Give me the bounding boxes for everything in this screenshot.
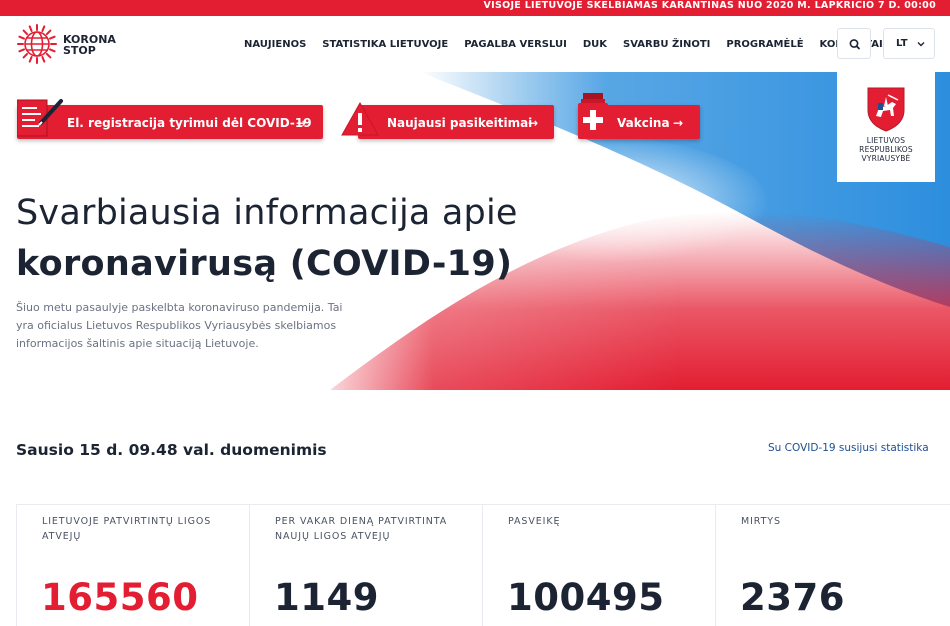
warning-icon <box>341 101 379 136</box>
registration-form-icon <box>17 99 63 137</box>
stat-new-cases: PER VAKAR DIENĄ PATVIRTINTA NAUJŲ LIGOS … <box>250 505 483 626</box>
stat-label: PASVEIKĘ <box>508 516 561 527</box>
hero-section: El. registracija tyrimui dėl COVID-19 → … <box>0 72 950 390</box>
vytis-coat-of-arms-icon <box>867 87 905 132</box>
logo-line2: STOP <box>63 44 96 57</box>
nav-item-programele[interactable]: PROGRAMĖLĖ <box>726 39 803 50</box>
stat-confirmed-cases: LIETUVOJE PATVIRTINTŲ LIGOS ATVEJŲ 16556… <box>17 505 250 626</box>
emblem-line2: RESPUBLIKOS <box>859 145 913 154</box>
nav-item-pagalba-verslui[interactable]: PAGALBA VERSLUI <box>464 39 567 50</box>
stat-value: 1149 <box>274 576 379 619</box>
emblem-line1: LIETUVOS <box>866 136 906 145</box>
stat-value: 100495 <box>507 576 665 619</box>
emblem-line3: VYRIAUSYBĖ <box>861 154 911 163</box>
quarantine-notice: VISOJE LIETUVOJE SKELBIAMAS KARANTINAS N… <box>483 0 936 11</box>
stat-label: PER VAKAR DIENĄ PATVIRTINTA NAUJŲ LIGOS … <box>275 516 448 542</box>
stat-recovered: PASVEIKĘ 100495 <box>483 505 716 626</box>
language-select[interactable]: LT <box>883 28 935 59</box>
registration-cta-label: El. registracija tyrimui dėl COVID-19 <box>67 116 312 130</box>
vaccine-cta-label: Vakcina <box>617 116 670 130</box>
main-navigation: NAUJIENOS STATISTIKA LIETUVOJE PAGALBA V… <box>244 16 899 72</box>
stat-value: 2376 <box>740 576 845 619</box>
nav-item-duk[interactable]: DUK <box>583 39 607 50</box>
stats-panel: LIETUVOJE PATVIRTINTŲ LIGOS ATVEJŲ 16556… <box>16 504 950 626</box>
vaccine-vial-icon <box>578 93 608 139</box>
hero-description: Šiuo metu pasaulyje paskelbta koronaviru… <box>16 301 343 350</box>
nav-item-svarbu-zinoti[interactable]: SVARBU ŽINOTI <box>623 39 710 50</box>
site-header: KORONA STOP NAUJIENOS STATISTIKA LIETUVO… <box>0 16 950 72</box>
language-current: LT <box>896 38 908 49</box>
search-icon <box>849 39 860 50</box>
government-emblem-card[interactable]: LIETUVOS RESPUBLIKOS VYRIAUSYBĖ <box>837 72 935 182</box>
nav-item-statistika[interactable]: STATISTIKA LIETUVOJE <box>322 39 448 50</box>
registration-cta-button[interactable]: El. registracija tyrimui dėl COVID-19 → <box>17 99 323 139</box>
arrow-right-icon: → <box>528 116 539 130</box>
stat-value: 165560 <box>41 576 199 619</box>
announcement-bar: VISOJE LIETUVOJE SKELBIAMAS KARANTINAS N… <box>0 0 950 16</box>
virus-globe-icon <box>17 24 57 64</box>
stats-heading: Sausio 15 d. 09.48 val. duomenimis <box>16 441 327 459</box>
stat-deaths: MIRTYS 2376 <box>716 505 950 626</box>
stat-label: MIRTYS <box>741 516 781 527</box>
logo-wordmark: KORONA STOP <box>63 34 116 56</box>
emblem-caption: LIETUVOS RESPUBLIKOS VYRIAUSYBĖ <box>837 136 935 163</box>
stat-label: LIETUVOJE PATVIRTINTŲ LIGOS ATVEJŲ <box>42 516 212 542</box>
latest-changes-cta-button[interactable]: Naujausi pasikeitimai → <box>341 101 554 139</box>
search-button[interactable] <box>837 28 871 59</box>
covid-statistics-link[interactable]: Su COVID-19 susijusi statistika <box>768 442 929 454</box>
hero-title-line2: koronavirusą (COVID-19) <box>16 244 513 284</box>
arrow-right-icon: → <box>673 116 684 130</box>
latest-changes-cta-label: Naujausi pasikeitimai <box>387 116 533 130</box>
vaccine-cta-button[interactable]: Vakcina → <box>578 93 700 139</box>
chevron-down-icon <box>917 42 925 47</box>
nav-item-naujienos[interactable]: NAUJIENOS <box>244 39 306 50</box>
arrow-right-icon: → <box>296 116 307 130</box>
site-logo[interactable]: KORONA STOP <box>16 23 126 65</box>
hero-title-line1: Svarbiausia informacija apie <box>16 193 518 233</box>
